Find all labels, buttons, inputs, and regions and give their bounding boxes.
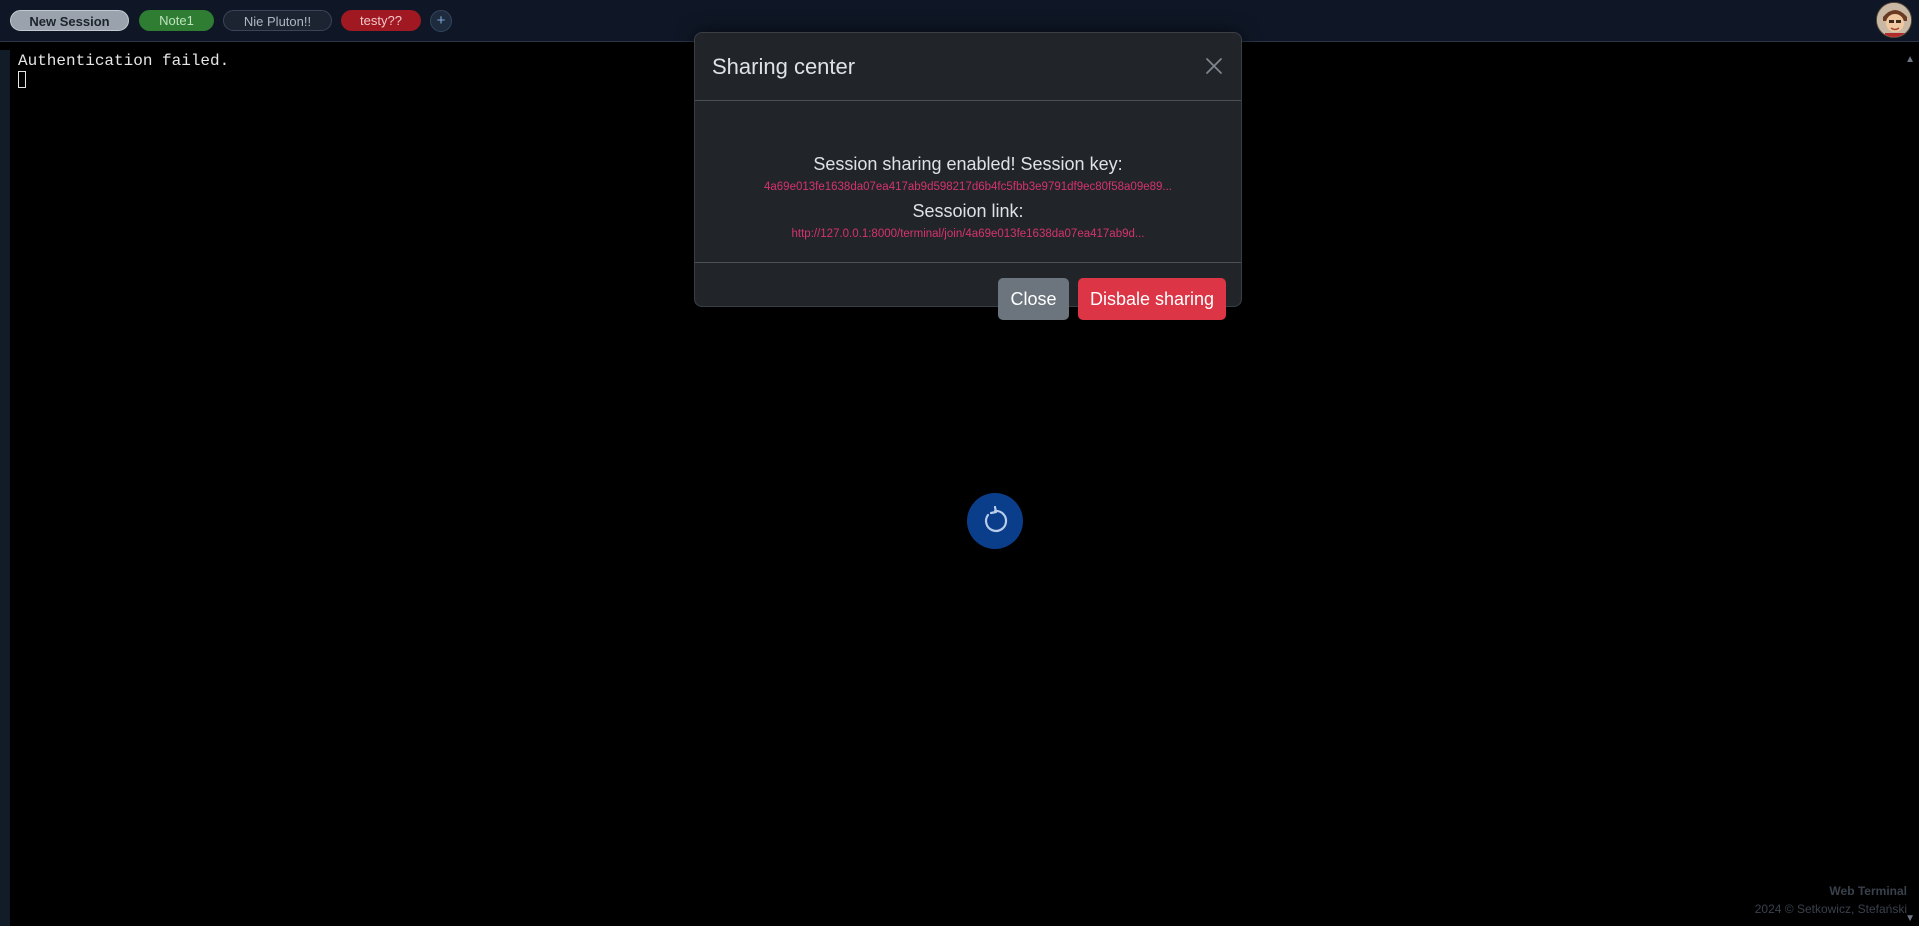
tab-nie-pluton[interactable]: Nie Pluton!! <box>223 10 332 31</box>
disable-sharing-button[interactable]: Disbale sharing <box>1078 278 1226 320</box>
modal-title: Sharing center <box>712 54 856 79</box>
terminal-output-line: Authentication failed. <box>18 52 230 70</box>
add-tab-button[interactable]: + <box>430 10 452 32</box>
avatar-image <box>1877 3 1911 37</box>
tab-note1[interactable]: Note1 <box>139 10 214 31</box>
terminal-cursor <box>18 71 26 88</box>
modal-header: Sharing center <box>695 33 1241 101</box>
avatar[interactable] <box>1876 2 1912 38</box>
close-button[interactable]: Close <box>998 278 1069 320</box>
modal-footer: Close Disbale sharing <box>695 263 1241 320</box>
scroll-up-icon[interactable]: ▲ <box>1905 54 1915 65</box>
close-icon[interactable] <box>1201 53 1227 79</box>
tab-testy[interactable]: testy?? <box>341 10 421 31</box>
web-terminal-page: New Session Note1 Nie Pluton!! testy?? +… <box>0 0 1919 926</box>
tab-new-session[interactable]: New Session <box>10 10 129 31</box>
plus-icon: + <box>436 12 446 29</box>
sharing-center-modal: Sharing center Session sharing enabled! … <box>694 32 1242 320</box>
app-name: Web Terminal <box>1829 884 1907 898</box>
refresh-icon <box>985 506 1008 532</box>
sharing-enabled-text: Session sharing enabled! Session key: <box>813 154 1123 174</box>
terminal-gutter <box>0 50 10 926</box>
footer-credit: Web Terminal 2024 © Setkowicz, Stefański <box>1755 882 1907 918</box>
session-link[interactable]: http://127.0.0.1:8000/terminal/join/4a69… <box>695 228 1241 240</box>
modal-body: Session sharing enabled! Session key: 4a… <box>695 101 1241 263</box>
reconnect-button[interactable] <box>967 493 1023 549</box>
session-link-label: Sessoion link: <box>912 201 1024 221</box>
copyright-text: 2024 © Setkowicz, Stefański <box>1754 902 1907 916</box>
session-key: 4a69e013fe1638da07ea417ab9d598217d6b4fc5… <box>763 181 1172 193</box>
